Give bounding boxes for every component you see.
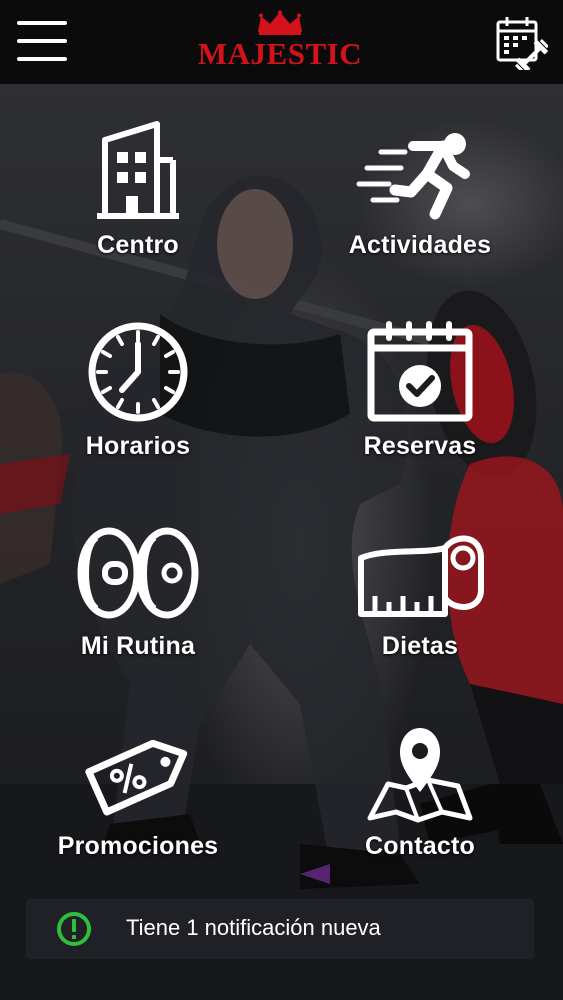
crown-icon — [258, 10, 302, 35]
hamburger-menu-icon[interactable] — [17, 20, 67, 62]
map-pin-icon — [367, 728, 473, 823]
calendar-check-icon — [367, 321, 473, 422]
menu-item-dietas[interactable]: Dietas — [300, 522, 540, 702]
menu-label-centro: Centro — [97, 231, 179, 259]
menu-label-mi-rutina: Mi Rutina — [80, 632, 196, 660]
menu-label-dietas: Dietas — [381, 632, 459, 660]
notification-banner[interactable]: Tiene 1 notificación nueva — [26, 899, 534, 959]
menu-item-centro[interactable]: Centro — [18, 118, 258, 298]
percent-tag-icon — [85, 739, 188, 816]
menu-label-horarios: Horarios — [85, 432, 191, 460]
menu-item-horarios[interactable]: Horarios — [18, 320, 258, 500]
app-header: MAJESTIC — [0, 0, 563, 84]
menu-label-actividades: Actividades — [348, 231, 492, 259]
menu-label-contacto: Contacto — [365, 832, 475, 860]
clock-icon — [88, 322, 188, 422]
menu-item-actividades[interactable]: Actividades — [300, 118, 540, 298]
running-man-icon — [356, 133, 470, 220]
weight-plates-icon — [77, 527, 199, 619]
exclamation-circle-icon — [57, 912, 91, 946]
menu-label-reservas: Reservas — [363, 432, 477, 460]
notification-text: Tiene 1 notificación nueva — [126, 915, 381, 940]
calendar-dumbbell-icon[interactable] — [494, 14, 548, 70]
measuring-tape-icon — [358, 535, 484, 617]
brand-name: MAJESTIC — [197, 36, 363, 71]
brand-logo: MAJESTIC — [195, 10, 365, 72]
menu-item-contacto[interactable]: Contacto — [300, 722, 540, 902]
menu-item-promociones[interactable]: Promociones — [18, 722, 258, 902]
building-icon — [97, 121, 179, 219]
menu-item-mi-rutina[interactable]: Mi Rutina — [18, 522, 258, 702]
menu-item-reservas[interactable]: Reservas — [300, 320, 540, 500]
menu-label-promociones: Promociones — [57, 832, 219, 860]
